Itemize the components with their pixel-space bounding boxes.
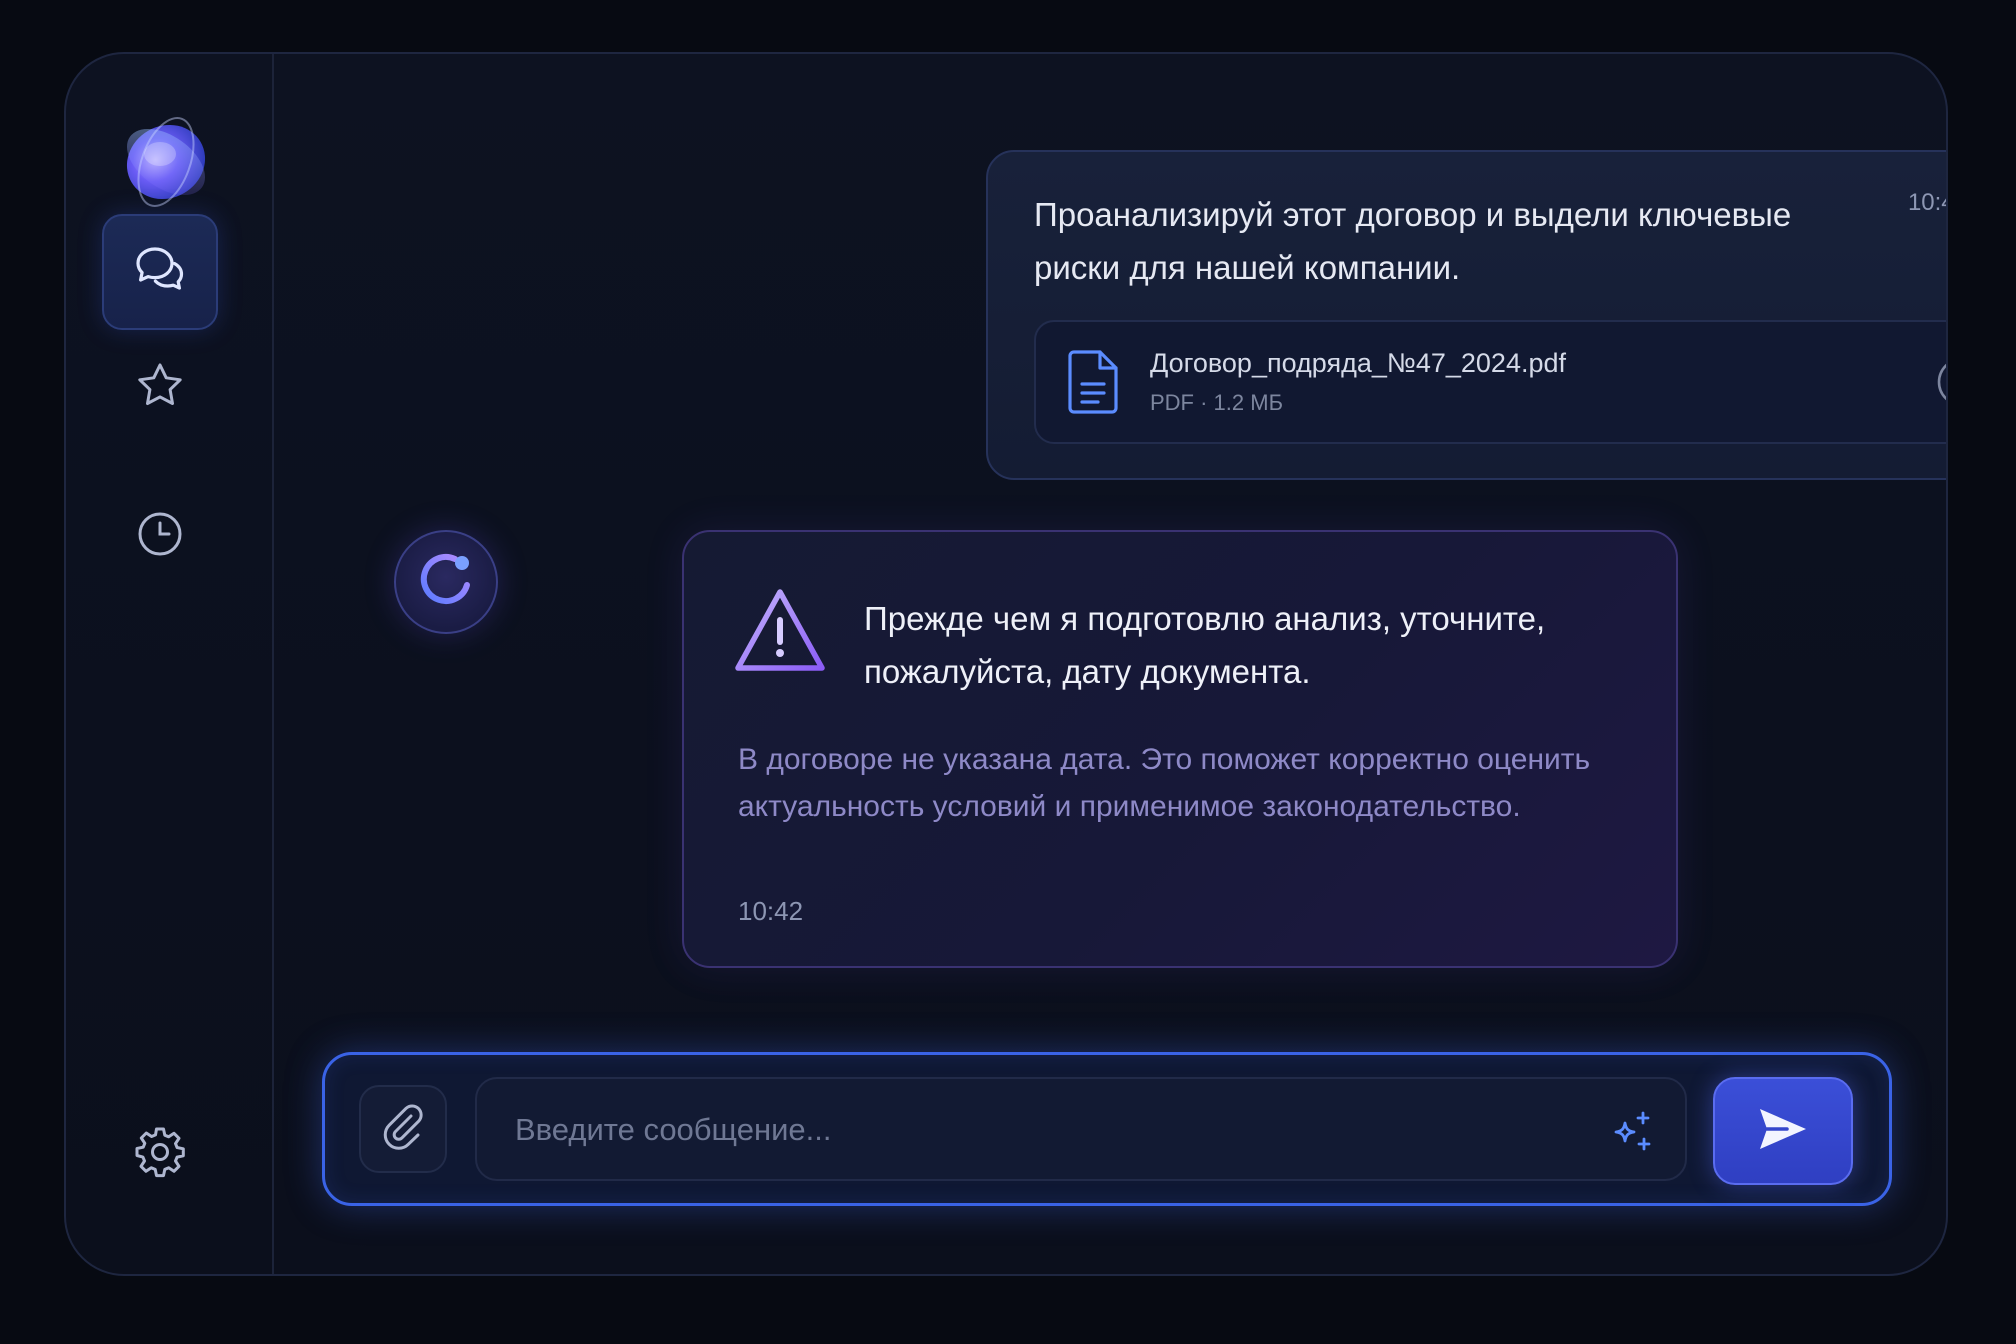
gear-icon — [132, 1124, 188, 1185]
nav-chats-button[interactable] — [102, 214, 218, 330]
chat-bubbles-icon — [131, 241, 189, 304]
star-icon — [134, 360, 186, 417]
user-message: Проанализируй этот договор и выдели ключ… — [986, 150, 1946, 480]
assistant-message-title: Прежде чем я подготовлю анализ, уточните… — [864, 600, 1546, 690]
sparkle-icon[interactable] — [1609, 1109, 1655, 1160]
nav-favorites-button[interactable] — [102, 330, 218, 446]
assistant-message-body: В договоре не указана дата. Это поможет … — [738, 743, 1591, 823]
app-logo[interactable] — [110, 106, 222, 218]
sidebar — [66, 54, 274, 1274]
send-button[interactable] — [1713, 1077, 1853, 1185]
user-message-time: 10:42 — [1907, 188, 1946, 217]
assistant-avatar — [394, 530, 498, 634]
paperclip-icon — [378, 1102, 428, 1157]
send-icon — [1756, 1105, 1810, 1158]
assistant-message: Прежде чем я подготовлю анализ, уточните… — [682, 530, 1678, 968]
user-message-timestamp: 10:42 — [1907, 188, 1946, 216]
file-name: Договор_подряда_№47_2024.pdf — [1150, 348, 1566, 378]
attach-button[interactable] — [359, 1085, 447, 1173]
file-meta: PDF · 1.2 МБ — [1150, 390, 1284, 415]
assistant-logo-icon — [413, 547, 479, 618]
message-input[interactable] — [513, 1079, 1577, 1181]
assistant-message-time: 10:42 — [738, 896, 804, 926]
clock-icon — [134, 508, 186, 565]
app-window: Проанализируй этот договор и выдели ключ… — [64, 52, 1948, 1276]
document-icon — [1066, 348, 1122, 421]
file-attachment[interactable]: Договор_подряда_№47_2024.pdf PDF · 1.2 М… — [1034, 320, 1946, 444]
chat-area: Проанализируй этот договор и выдели ключ… — [274, 54, 1946, 1274]
check-circle-icon — [1936, 356, 1946, 413]
warning-icon — [732, 586, 828, 681]
settings-button[interactable] — [102, 1096, 218, 1212]
message-composer — [322, 1052, 1892, 1206]
nav-history-button[interactable] — [102, 478, 218, 594]
message-input-container[interactable] — [475, 1077, 1687, 1181]
user-message-text: Проанализируй этот договор и выдели ключ… — [1034, 196, 1792, 286]
